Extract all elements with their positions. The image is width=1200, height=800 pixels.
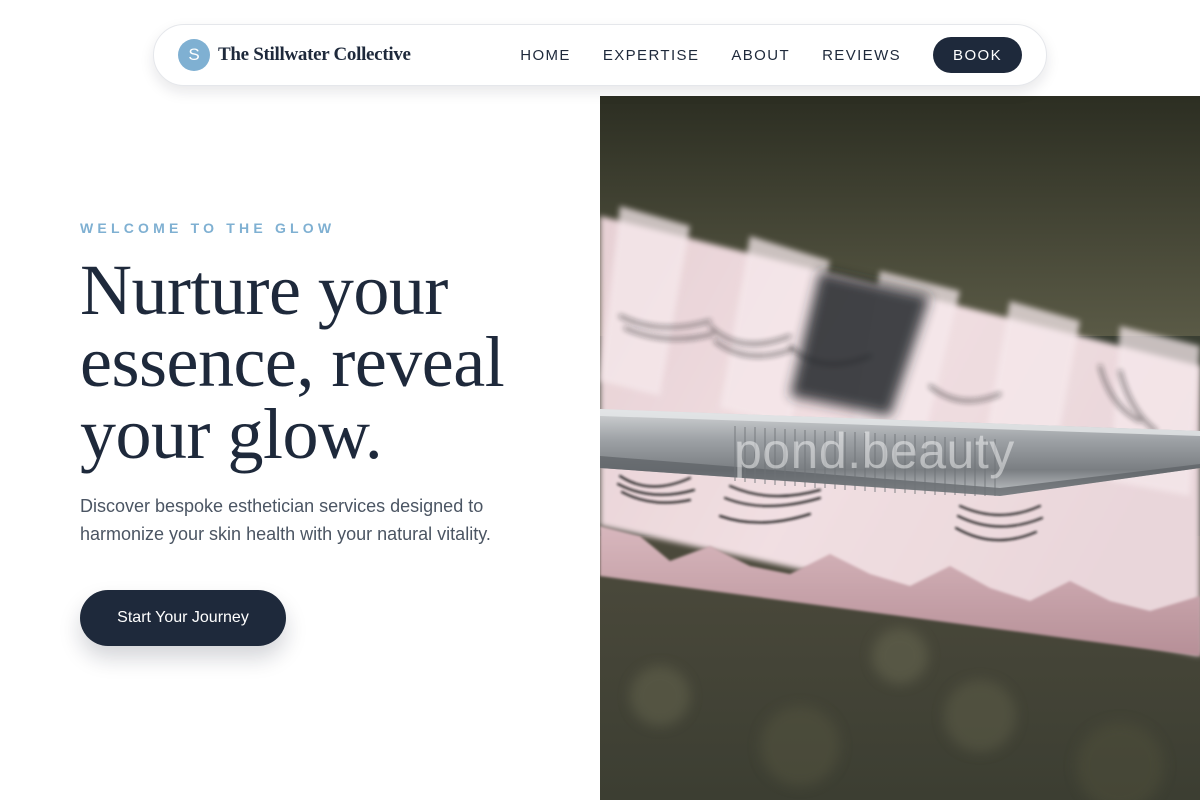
nav-links: HOME EXPERTISE ABOUT REVIEWS BOOK — [520, 37, 1022, 73]
brand-initial-badge: S — [178, 39, 210, 71]
landing-page: S The Stillwater Collective HOME EXPERTI… — [0, 0, 1200, 800]
top-nav: S The Stillwater Collective HOME EXPERTI… — [153, 24, 1047, 86]
hero-headline-line-2: essence, reveal — [80, 322, 505, 402]
hero-headline-line-1: Nurture your — [80, 250, 448, 330]
hero-headline: Nurture your essence, reveal your glow. — [80, 254, 540, 470]
brand-name: The Stillwater Collective — [218, 44, 411, 65]
hero-eyebrow: WELCOME TO THE GLOW — [80, 220, 336, 236]
hero-headline-line-3: your glow. — [80, 394, 383, 474]
book-button[interactable]: BOOK — [933, 37, 1022, 73]
nav-link-about[interactable]: ABOUT — [731, 47, 790, 64]
image-watermark: pond.beauty — [734, 423, 1015, 479]
hero-subtext: Discover bespoke esthetician services de… — [80, 496, 491, 544]
nav-link-reviews[interactable]: REVIEWS — [822, 47, 901, 64]
brand-logo[interactable]: S The Stillwater Collective — [178, 39, 411, 71]
nav-link-expertise[interactable]: EXPERTISE — [603, 47, 700, 64]
nav-link-home[interactable]: HOME — [520, 47, 571, 64]
hero-image: pond.beauty — [600, 96, 1200, 800]
start-journey-button[interactable]: Start Your Journey — [80, 590, 286, 646]
hero-content: WELCOME TO THE GLOW Nurture your essence… — [80, 220, 540, 646]
